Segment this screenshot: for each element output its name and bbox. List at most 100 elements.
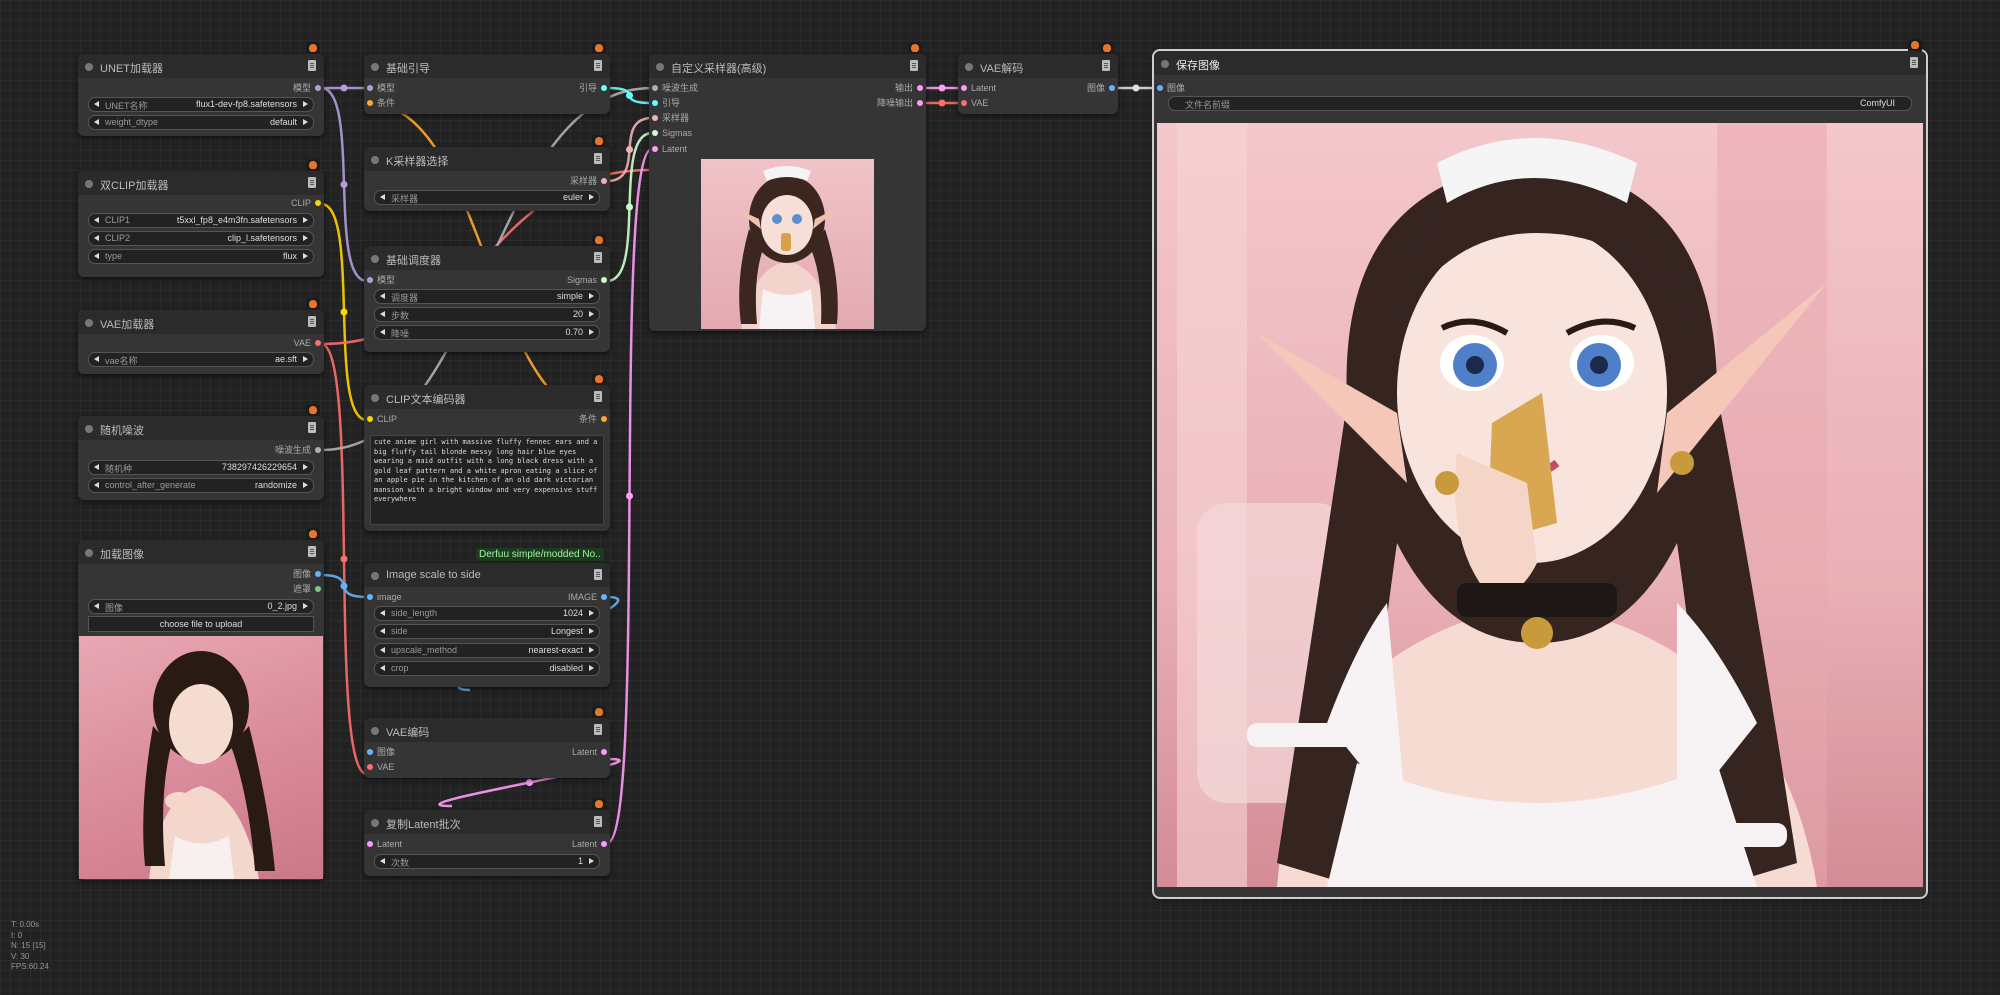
slot-dot-icon[interactable]: [367, 277, 373, 283]
link-center-dot[interactable]: [340, 582, 348, 590]
arrow-left-icon[interactable]: [380, 293, 385, 299]
collapse-dot-icon[interactable]: [371, 572, 379, 580]
slot-dot-icon[interactable]: [1157, 85, 1163, 91]
doc-icon[interactable]: [910, 60, 918, 71]
node-title-bar[interactable]: 随机噪波: [78, 416, 324, 440]
arrow-left-icon[interactable]: [94, 253, 99, 259]
arrow-left-icon[interactable]: [380, 858, 385, 864]
doc-icon[interactable]: [308, 177, 316, 188]
doc-icon[interactable]: [594, 724, 602, 735]
arrow-left-icon[interactable]: [380, 194, 385, 200]
unet-loader-node[interactable]: UNET加载器 模型 UNET名称 flux1-dev-fp8.safetenso…: [78, 42, 324, 136]
slot-dot-icon[interactable]: [652, 130, 658, 136]
weight-dtype-widget[interactable]: weight_dtype default: [88, 115, 314, 130]
doc-icon[interactable]: [1910, 57, 1918, 68]
slot-dot-icon[interactable]: [917, 100, 923, 106]
arrow-right-icon[interactable]: [589, 858, 594, 864]
vae-decode-node[interactable]: VAE解码 Latent VAE 图像: [958, 42, 1118, 114]
link-center-dot[interactable]: [938, 84, 946, 92]
filename-prefix-widget[interactable]: 文件名前缀 ComfyUI: [1168, 96, 1912, 111]
vae-loader-node[interactable]: VAE加载器 VAE vae名称 ae.sft: [78, 298, 324, 374]
output-noise[interactable]: 噪波生成: [275, 443, 324, 457]
output-latent[interactable]: Latent: [572, 837, 610, 851]
input-model[interactable]: 模型: [364, 273, 395, 287]
node-title-bar[interactable]: VAE加载器: [78, 310, 324, 334]
prompt-textarea[interactable]: cute anime girl with massive fluffy fenn…: [370, 435, 604, 525]
slot-dot-icon[interactable]: [601, 594, 607, 600]
collapse-dot-icon[interactable]: [1161, 60, 1169, 68]
collapse-dot-icon[interactable]: [85, 63, 93, 71]
arrow-right-icon[interactable]: [303, 101, 308, 107]
slot-dot-icon[interactable]: [652, 85, 658, 91]
link-center-dot[interactable]: [626, 92, 633, 99]
slot-dot-icon[interactable]: [652, 146, 658, 152]
input-latent[interactable]: Latent: [364, 837, 402, 851]
collapse-dot-icon[interactable]: [85, 425, 93, 433]
arrow-left-icon[interactable]: [94, 119, 99, 125]
type-widget[interactable]: type flux: [88, 249, 314, 264]
input-vae[interactable]: VAE: [364, 760, 394, 774]
slot-dot-icon[interactable]: [367, 764, 373, 770]
doc-icon[interactable]: [594, 60, 602, 71]
input-noise[interactable]: 噪波生成: [649, 81, 698, 95]
node-title-bar[interactable]: 加载图像: [78, 540, 324, 564]
arrow-left-icon[interactable]: [380, 311, 385, 317]
output-clip[interactable]: CLIP: [291, 196, 324, 210]
slot-dot-icon[interactable]: [315, 200, 321, 206]
collapse-dot-icon[interactable]: [85, 319, 93, 327]
slot-dot-icon[interactable]: [315, 586, 321, 592]
image-file-widget[interactable]: 图像 0_2.jpg: [88, 599, 314, 614]
basic-guider-node[interactable]: 基础引导 模型 条件 引导: [364, 42, 610, 114]
arrow-right-icon[interactable]: [303, 603, 308, 609]
arrow-right-icon[interactable]: [589, 665, 594, 671]
clip2-widget[interactable]: CLIP2 clip_l.safetensors: [88, 231, 314, 246]
input-latent[interactable]: Latent: [958, 81, 996, 95]
ksampler-select-node[interactable]: K采样器选择 采样器 采样器 euler: [364, 135, 610, 211]
link-center-dot[interactable]: [526, 779, 533, 786]
node-title-bar[interactable]: K采样器选择: [364, 147, 610, 171]
denoise-widget[interactable]: 降噪 0.70: [374, 325, 600, 340]
output-sigmas[interactable]: Sigmas: [567, 273, 610, 287]
amount-widget[interactable]: 次数 1: [374, 854, 600, 869]
slot-dot-icon[interactable]: [315, 85, 321, 91]
input-image[interactable]: 图像: [1154, 81, 1185, 95]
arrow-right-icon[interactable]: [589, 628, 594, 634]
output-output[interactable]: 输出: [895, 81, 926, 95]
slot-dot-icon[interactable]: [315, 340, 321, 346]
doc-icon[interactable]: [594, 569, 602, 580]
node-title-bar[interactable]: 基础调度器: [364, 246, 610, 270]
node-title-bar[interactable]: CLIP文本编码器: [364, 385, 610, 409]
slot-dot-icon[interactable]: [652, 115, 658, 121]
input-guider[interactable]: 引导: [649, 96, 680, 110]
slot-dot-icon[interactable]: [652, 100, 658, 106]
arrow-right-icon[interactable]: [589, 647, 594, 653]
node-title-bar[interactable]: Image scale to side: [364, 563, 610, 587]
slot-dot-icon[interactable]: [601, 841, 607, 847]
arrow-left-icon[interactable]: [94, 356, 99, 362]
arrow-left-icon[interactable]: [380, 628, 385, 634]
slot-dot-icon[interactable]: [367, 100, 373, 106]
doc-icon[interactable]: [308, 60, 316, 71]
slot-dot-icon[interactable]: [961, 85, 967, 91]
arrow-left-icon[interactable]: [380, 665, 385, 671]
collapse-dot-icon[interactable]: [656, 63, 664, 71]
link-center-dot[interactable]: [340, 181, 348, 188]
collapse-dot-icon[interactable]: [371, 63, 379, 71]
output-image[interactable]: 图像: [1087, 81, 1118, 95]
upscale-method-widget[interactable]: upscale_method nearest-exact: [374, 643, 600, 658]
node-title-bar[interactable]: 基础引导: [364, 54, 610, 78]
scheduler-widget[interactable]: 调度器 simple: [374, 289, 600, 304]
arrow-left-icon[interactable]: [94, 482, 99, 488]
link-center-dot[interactable]: [626, 146, 633, 153]
arrow-right-icon[interactable]: [303, 253, 308, 259]
slot-dot-icon[interactable]: [367, 416, 373, 422]
image-scale-to-side-node[interactable]: Image scale to side image IMAGE side_len…: [364, 563, 610, 687]
input-image[interactable]: 图像: [364, 745, 395, 759]
link-center-dot[interactable]: [626, 203, 633, 211]
slot-dot-icon[interactable]: [367, 749, 373, 755]
slot-dot-icon[interactable]: [1109, 85, 1115, 91]
arrow-right-icon[interactable]: [589, 610, 594, 616]
arrow-left-icon[interactable]: [94, 235, 99, 241]
doc-icon[interactable]: [594, 391, 602, 402]
link-center-dot[interactable]: [340, 84, 348, 92]
